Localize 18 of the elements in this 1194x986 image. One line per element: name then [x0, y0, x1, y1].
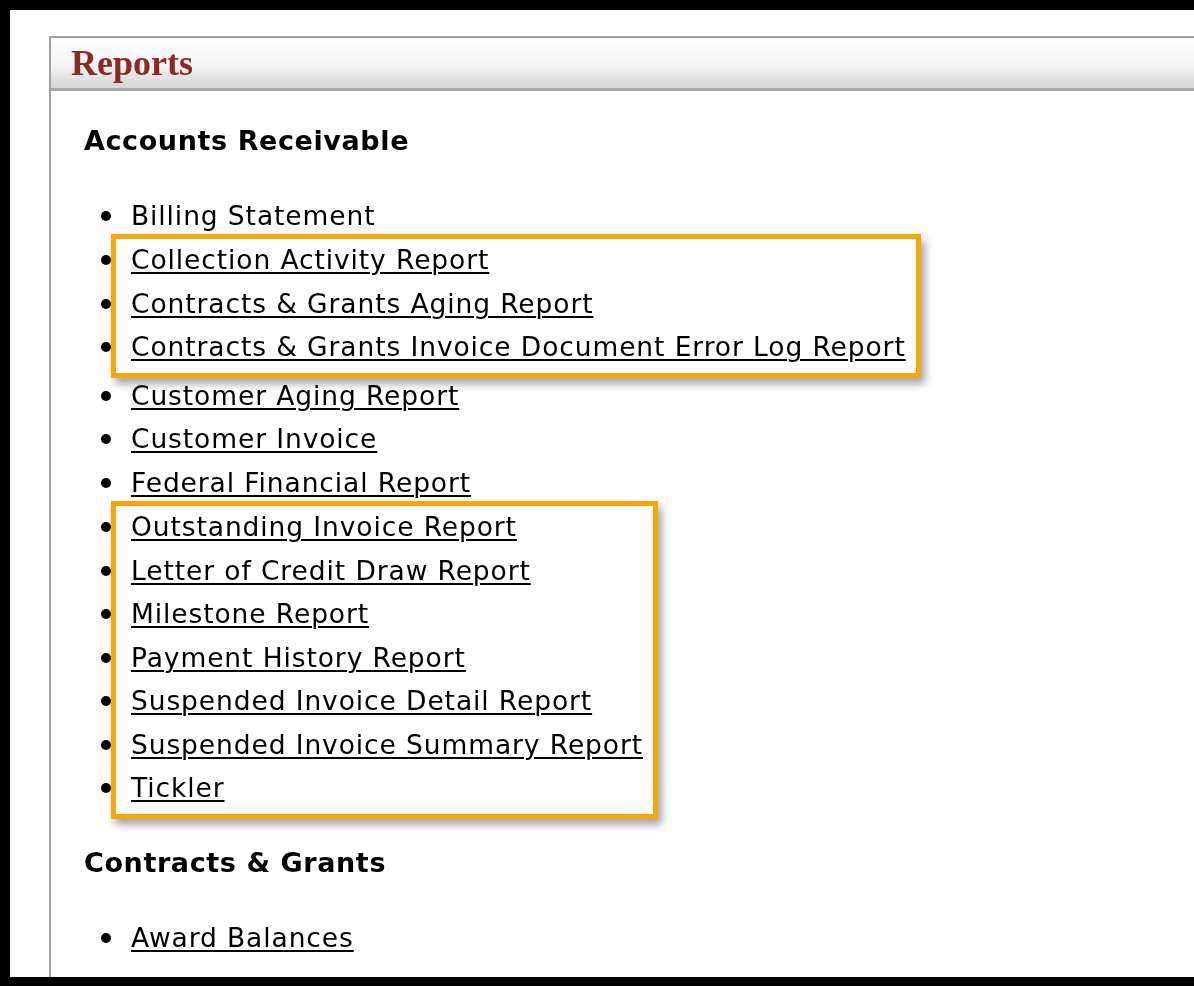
report-link[interactable]: Payment History Report: [131, 642, 466, 673]
report-link[interactable]: Contracts & Grants Invoice Document Error Log Report: [131, 332, 906, 363]
section-heading: Accounts Receivable: [84, 125, 411, 156]
report-link[interactable]: Milestone Report: [131, 599, 370, 630]
report-link[interactable]: Letter of Credit Draw Report: [131, 555, 531, 586]
report-link[interactable]: Tickler: [131, 773, 225, 804]
report-link[interactable]: Contracts & Grants Aging Report: [131, 288, 594, 319]
report-link[interactable]: Suspended Invoice Detail Report: [131, 686, 593, 717]
report-link[interactable]: Billing Statement: [131, 200, 376, 231]
report-link[interactable]: Suspended Invoice Summary Report: [131, 729, 643, 760]
report-link[interactable]: Customer Invoice: [131, 424, 378, 455]
report-link[interactable]: Customer Aging Report: [131, 380, 460, 411]
report-link[interactable]: Outstanding Invoice Report: [131, 512, 517, 543]
report-link[interactable]: Collection Activity Report: [131, 245, 490, 276]
panel-title: Reports: [71, 42, 193, 84]
section-heading: Contracts & Grants: [84, 847, 388, 878]
report-link[interactable]: Award Balances: [131, 922, 354, 953]
report-link[interactable]: Federal Financial Report: [131, 467, 472, 498]
